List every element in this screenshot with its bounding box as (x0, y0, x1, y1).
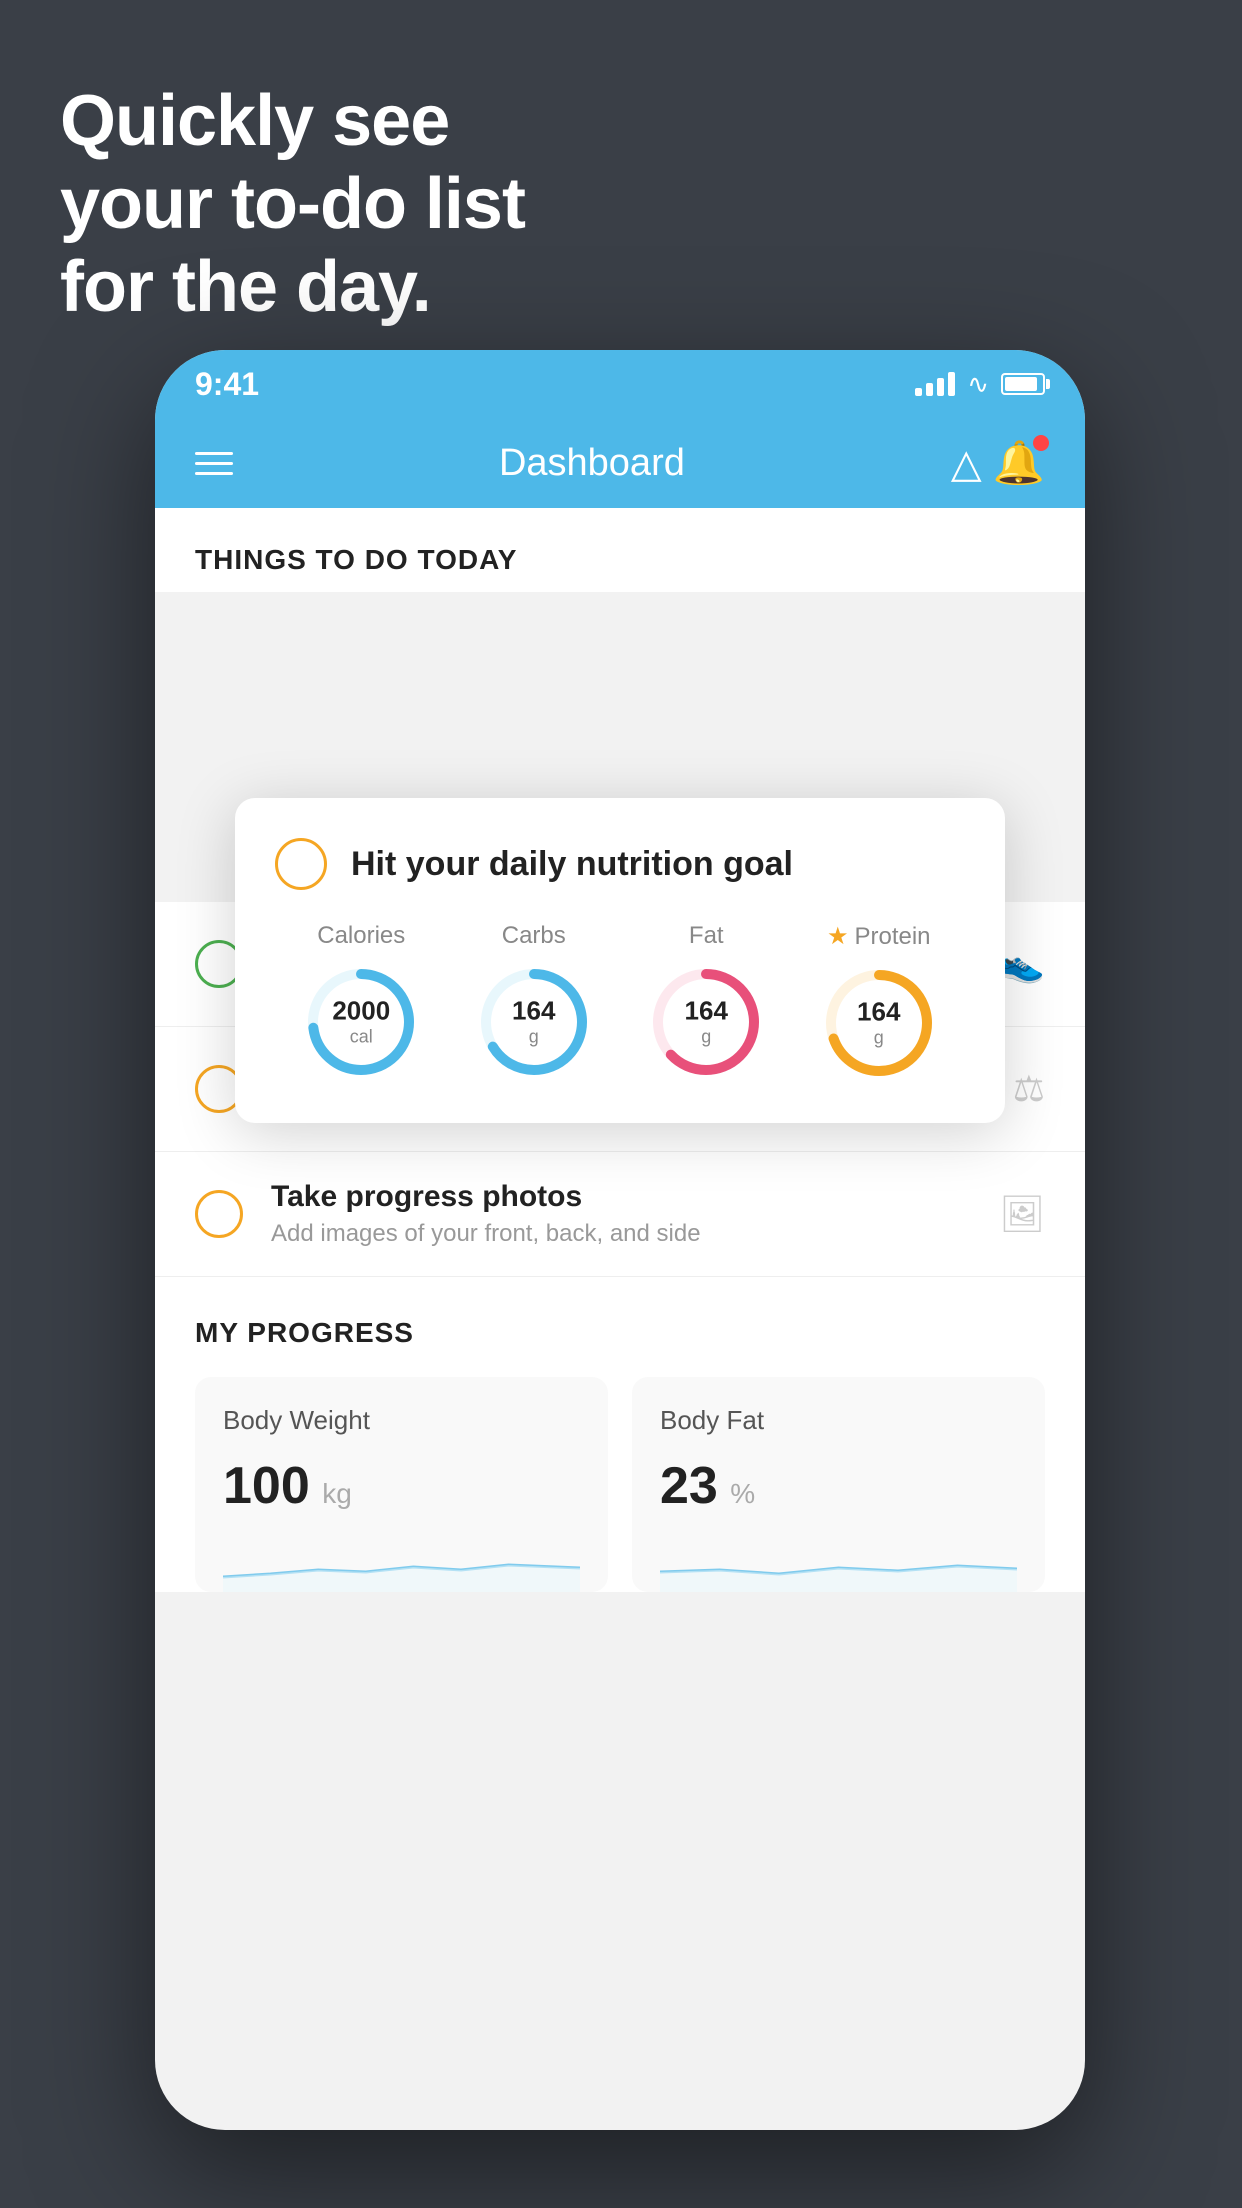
progress-title: MY PROGRESS (195, 1317, 1045, 1349)
hamburger-menu-icon[interactable] (195, 452, 233, 475)
protein-item: ★ Protein 164 g (819, 922, 939, 1083)
status-icons: ∿ (915, 369, 1045, 400)
nav-bar: Dashboard △ 🔔 (155, 418, 1085, 508)
battery-icon (1001, 373, 1045, 395)
bell-icon[interactable]: △ 🔔 (951, 439, 1045, 488)
calories-value: 2000 (332, 996, 390, 1027)
status-time: 9:41 (195, 366, 259, 403)
headline-line3: for the day. (60, 246, 525, 329)
body-fat-chart (660, 1532, 1017, 1592)
body-weight-unit: kg (322, 1478, 352, 1509)
protein-value: 164 (857, 997, 900, 1028)
photos-subtitle: Add images of your front, back, and side (271, 1220, 999, 1248)
star-icon: ★ (827, 922, 849, 951)
todo-item-photos[interactable]: Take progress photos Add images of your … (155, 1152, 1085, 1277)
body-weight-value: 100 (223, 1457, 310, 1515)
phone-mockup: 9:41 ∿ Dashboard △ 🔔 THINGS (155, 350, 1085, 2130)
nutrition-card-title: Hit your daily nutrition goal (351, 845, 793, 884)
carbs-unit: g (512, 1027, 555, 1049)
nutrition-card: Hit your daily nutrition goal Calories 2… (235, 798, 1005, 1123)
nav-title: Dashboard (499, 442, 685, 485)
carbs-label: Carbs (502, 922, 566, 950)
headline: Quickly see your to-do list for the day. (60, 80, 525, 328)
carbs-donut: 164 g (474, 962, 594, 1082)
progress-cards: Body Weight 100 kg Body Fat 23 % (195, 1377, 1045, 1592)
nutrition-circle-button[interactable] (275, 838, 327, 890)
fat-value: 164 (685, 996, 728, 1027)
body-weight-card-title: Body Weight (223, 1405, 580, 1436)
carbs-value: 164 (512, 996, 555, 1027)
calories-label: Calories (317, 922, 405, 950)
body-fat-value: 23 (660, 1457, 718, 1515)
fat-item: Fat 164 g (646, 922, 766, 1082)
headline-line2: your to-do list (60, 163, 525, 246)
wifi-icon: ∿ (967, 369, 989, 400)
protein-donut: 164 g (819, 963, 939, 1083)
status-bar: 9:41 ∿ (155, 350, 1085, 418)
progress-section: MY PROGRESS Body Weight 100 kg Body Fat (155, 1277, 1085, 1592)
photos-title: Take progress photos (271, 1180, 999, 1214)
calories-donut: 2000 cal (301, 962, 421, 1082)
body-fat-card[interactable]: Body Fat 23 % (632, 1377, 1045, 1592)
body-fat-unit: % (730, 1478, 755, 1509)
headline-line1: Quickly see (60, 80, 525, 163)
fat-donut: 164 g (646, 962, 766, 1082)
things-to-do-header: THINGS TO DO TODAY (155, 508, 1085, 592)
fat-unit: g (685, 1027, 728, 1049)
photo-icon: 🖼 (999, 1193, 1045, 1235)
protein-label: ★ Protein (827, 922, 931, 951)
body-weight-card[interactable]: Body Weight 100 kg (195, 1377, 608, 1592)
scale-icon: ⚖ (1013, 1068, 1045, 1110)
body-fat-card-title: Body Fat (660, 1405, 1017, 1436)
signal-icon (915, 372, 955, 396)
carbs-item: Carbs 164 g (474, 922, 594, 1082)
calories-unit: cal (332, 1027, 390, 1049)
nutrition-row: Calories 2000 cal Carbs (275, 922, 965, 1083)
fat-label: Fat (689, 922, 724, 950)
body-weight-chart (223, 1532, 580, 1592)
running-shoe-icon: 👟 (1000, 943, 1045, 985)
photos-circle (195, 1190, 243, 1238)
protein-unit: g (857, 1028, 900, 1050)
calories-item: Calories 2000 cal (301, 922, 421, 1082)
